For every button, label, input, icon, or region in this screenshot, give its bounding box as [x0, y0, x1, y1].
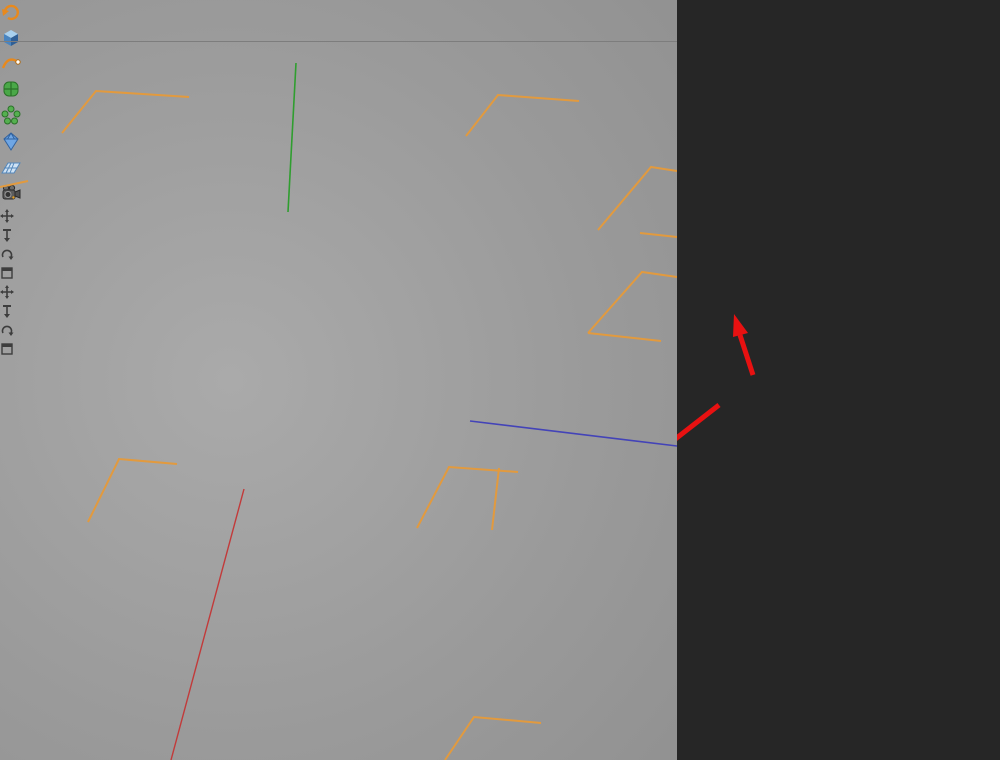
- application-window: 文件 编辑 查看 对象 标签 书签 − 细分曲面 ✓ 宝石 ✓ 模式 编辑: [0, 0, 1000, 760]
- gem-sphere-object[interactable]: [90, 206, 470, 586]
- arrow-to-gem-item: [733, 314, 753, 375]
- viewport-top-border: [0, 41, 677, 42]
- viewport-3d[interactable]: [0, 0, 677, 760]
- z-axis-line: [470, 421, 677, 446]
- y-axis-line: [288, 63, 296, 212]
